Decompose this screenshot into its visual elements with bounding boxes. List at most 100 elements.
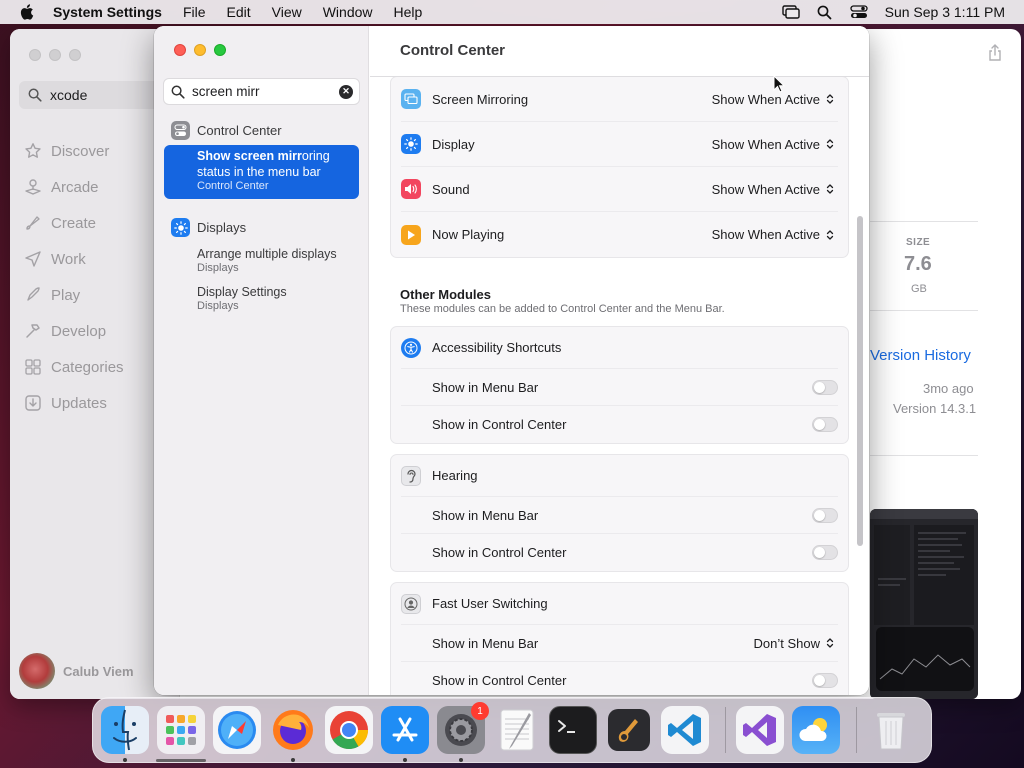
firefox-icon[interactable]: [269, 706, 317, 762]
content-scrollbar[interactable]: [857, 216, 863, 546]
trash-icon[interactable]: [867, 706, 915, 754]
visual-studio-icon[interactable]: [736, 706, 784, 754]
updown-chevron-icon: [826, 138, 834, 150]
zoom-button[interactable]: [214, 44, 226, 56]
content-titlebar: Control Center: [370, 26, 869, 77]
row-hearing: Hearing: [401, 455, 838, 497]
nav-categories[interactable]: Categories: [23, 349, 124, 385]
share-icon[interactable]: [987, 44, 1003, 62]
weather-icon[interactable]: [792, 706, 840, 754]
popup-value: Show When Active: [711, 91, 820, 107]
result-group-displays[interactable]: Displays: [171, 218, 246, 237]
row-label: Screen Mirroring: [432, 91, 529, 107]
size-label: SIZE: [906, 237, 931, 248]
version-number: Version 14.3.1: [893, 401, 977, 416]
garageband-icon[interactable]: [605, 706, 653, 754]
menu-help[interactable]: Help: [394, 4, 423, 20]
finder-icon[interactable]: [101, 706, 149, 762]
updown-chevron-icon: [826, 93, 834, 105]
terminal-icon[interactable]: [549, 706, 597, 754]
control-center-modules-card: Screen Mirroring Show When Active Displa…: [390, 76, 849, 258]
result-group-label: Displays: [197, 220, 247, 235]
updown-chevron-icon: [826, 183, 834, 195]
nav-updates[interactable]: Updates: [23, 385, 124, 421]
now-playing-popup[interactable]: Show When Active: [712, 227, 834, 242]
vscode-icon[interactable]: [661, 706, 709, 754]
close-button[interactable]: [174, 44, 186, 56]
menu-edit[interactable]: Edit: [227, 4, 251, 20]
mouse-cursor-icon: [773, 74, 786, 93]
row-now-playing: Now Playing Show When Active: [401, 212, 838, 257]
app-store-icon[interactable]: [381, 706, 429, 762]
safari-icon[interactable]: [213, 706, 261, 754]
menu-app-name[interactable]: System Settings: [53, 4, 162, 20]
nav-develop[interactable]: Develop: [23, 313, 124, 349]
accessibility-control-center-toggle[interactable]: [812, 417, 838, 432]
fus-control-center-toggle[interactable]: [812, 673, 838, 688]
spotlight-search-icon[interactable]: [815, 4, 835, 20]
screen-mirroring-menu-icon[interactable]: [781, 4, 801, 20]
divider: [870, 310, 978, 311]
clear-search-icon[interactable]: ✕: [339, 84, 353, 99]
row-label: Accessibility Shortcuts: [432, 340, 562, 355]
apple-menu-icon[interactable]: [18, 3, 36, 21]
app-store-account[interactable]: Calub Viem: [19, 653, 134, 689]
control-center-icon[interactable]: [849, 4, 869, 20]
result-subtitle: Displays: [197, 300, 239, 312]
nav-arcade[interactable]: Arcade: [23, 169, 124, 205]
nav-work[interactable]: Work: [23, 241, 124, 277]
row-label: Show in Menu Bar: [432, 379, 539, 395]
launchpad-icon[interactable]: [157, 706, 205, 754]
system-settings-icon[interactable]: 1: [437, 702, 489, 762]
size-value: 7.6: [904, 253, 932, 275]
menu-clock[interactable]: Sun Sep 3 1:11 PM: [885, 4, 1005, 20]
app-store-search-field[interactable]: xcode: [19, 81, 169, 109]
textedit-icon[interactable]: [493, 706, 541, 754]
paper-plane-icon: [23, 249, 43, 269]
app-store-close-button[interactable]: [29, 49, 41, 61]
section-title-other-modules: Other Modules: [400, 287, 492, 302]
nav-label: Discover: [51, 142, 110, 160]
settings-search-field[interactable]: screen mirr ✕: [163, 78, 360, 105]
page-title: Control Center: [400, 42, 505, 59]
result-title-match: Show screen mirr: [197, 149, 302, 163]
sound-popup[interactable]: Show When Active: [712, 182, 834, 197]
search-input-value[interactable]: screen mirr: [192, 84, 339, 99]
account-name: Calub Viem: [63, 663, 134, 679]
app-store-zoom-button[interactable]: [69, 49, 81, 61]
app-preview-screenshot[interactable]: [870, 509, 978, 699]
result-group-control-center[interactable]: Control Center: [171, 121, 282, 140]
chrome-icon[interactable]: [325, 706, 373, 754]
menu-window[interactable]: Window: [323, 4, 373, 20]
control-center-icon: [171, 121, 190, 140]
row-label: Show in Control Center: [432, 417, 567, 432]
search-result-selected[interactable]: Show screen mirroring status in the menu…: [164, 145, 359, 199]
display-popup[interactable]: Show When Active: [712, 137, 834, 152]
search-icon: [28, 88, 42, 102]
version-history-link[interactable]: Version History: [870, 347, 971, 364]
sun-icon: [171, 218, 190, 237]
screen-mirroring-icon: [401, 89, 421, 109]
hearing-menu-bar-toggle[interactable]: [812, 507, 838, 523]
hearing-card: Hearing Show in Menu Bar Show in Control…: [390, 454, 849, 572]
screen-mirroring-popup[interactable]: Show When Active: [712, 92, 834, 107]
nav-create[interactable]: Create: [23, 205, 124, 241]
row-label: Show in Control Center: [432, 545, 567, 560]
dock-separator: [856, 707, 857, 753]
menu-view[interactable]: View: [272, 4, 302, 20]
hearing-control-center-toggle[interactable]: [812, 545, 838, 560]
result-title-rest: oring: [301, 149, 330, 163]
app-store-minimize-button[interactable]: [49, 49, 61, 61]
search-result-display-settings[interactable]: Display Settings Displays: [197, 285, 287, 313]
fus-menu-bar-popup[interactable]: Don’t Show: [754, 636, 834, 651]
search-result-arrange-displays[interactable]: Arrange multiple displays Displays: [197, 247, 337, 275]
minimize-button[interactable]: [194, 44, 206, 56]
running-indicator: [459, 758, 463, 762]
accessibility-menu-bar-toggle[interactable]: [812, 379, 838, 395]
nav-play[interactable]: Play: [23, 277, 124, 313]
result-title: Arrange multiple displays: [197, 247, 337, 261]
popup-value: Show When Active: [711, 227, 820, 242]
menu-file[interactable]: File: [183, 4, 206, 20]
popup-value: Show When Active: [711, 136, 820, 152]
nav-discover[interactable]: Discover: [23, 133, 124, 169]
